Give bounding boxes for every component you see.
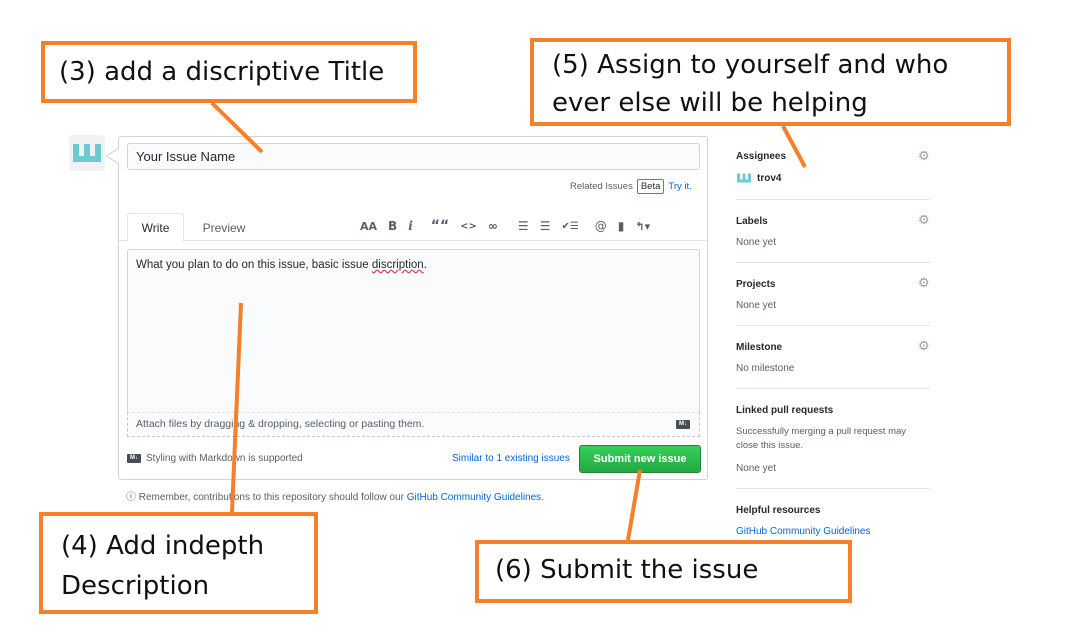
pointer-description [230,302,243,513]
callout-step-3: (3) add a discriptive Title [41,41,417,103]
callout-step-5: (5) Assign to yourself and who ever else… [530,38,1011,126]
callout-step-4-line1: (4) Add indepth [61,531,265,561]
callout-step-5-line2: ever else will be helping [552,88,868,118]
callout-step-4: (4) Add indepth Description [39,512,318,614]
callout-step-5-line1: (5) Assign to yourself and who [552,50,949,80]
pointer-title [210,101,264,154]
callout-step-6-text: (6) Submit the issue [495,555,759,585]
pointer-assignees [781,125,807,168]
callout-step-4-line2: Description [61,571,210,601]
pointer-submit [626,469,642,541]
callout-step-3-text: (3) add a discriptive Title [59,57,385,87]
callout-step-6: (6) Submit the issue [475,540,852,603]
